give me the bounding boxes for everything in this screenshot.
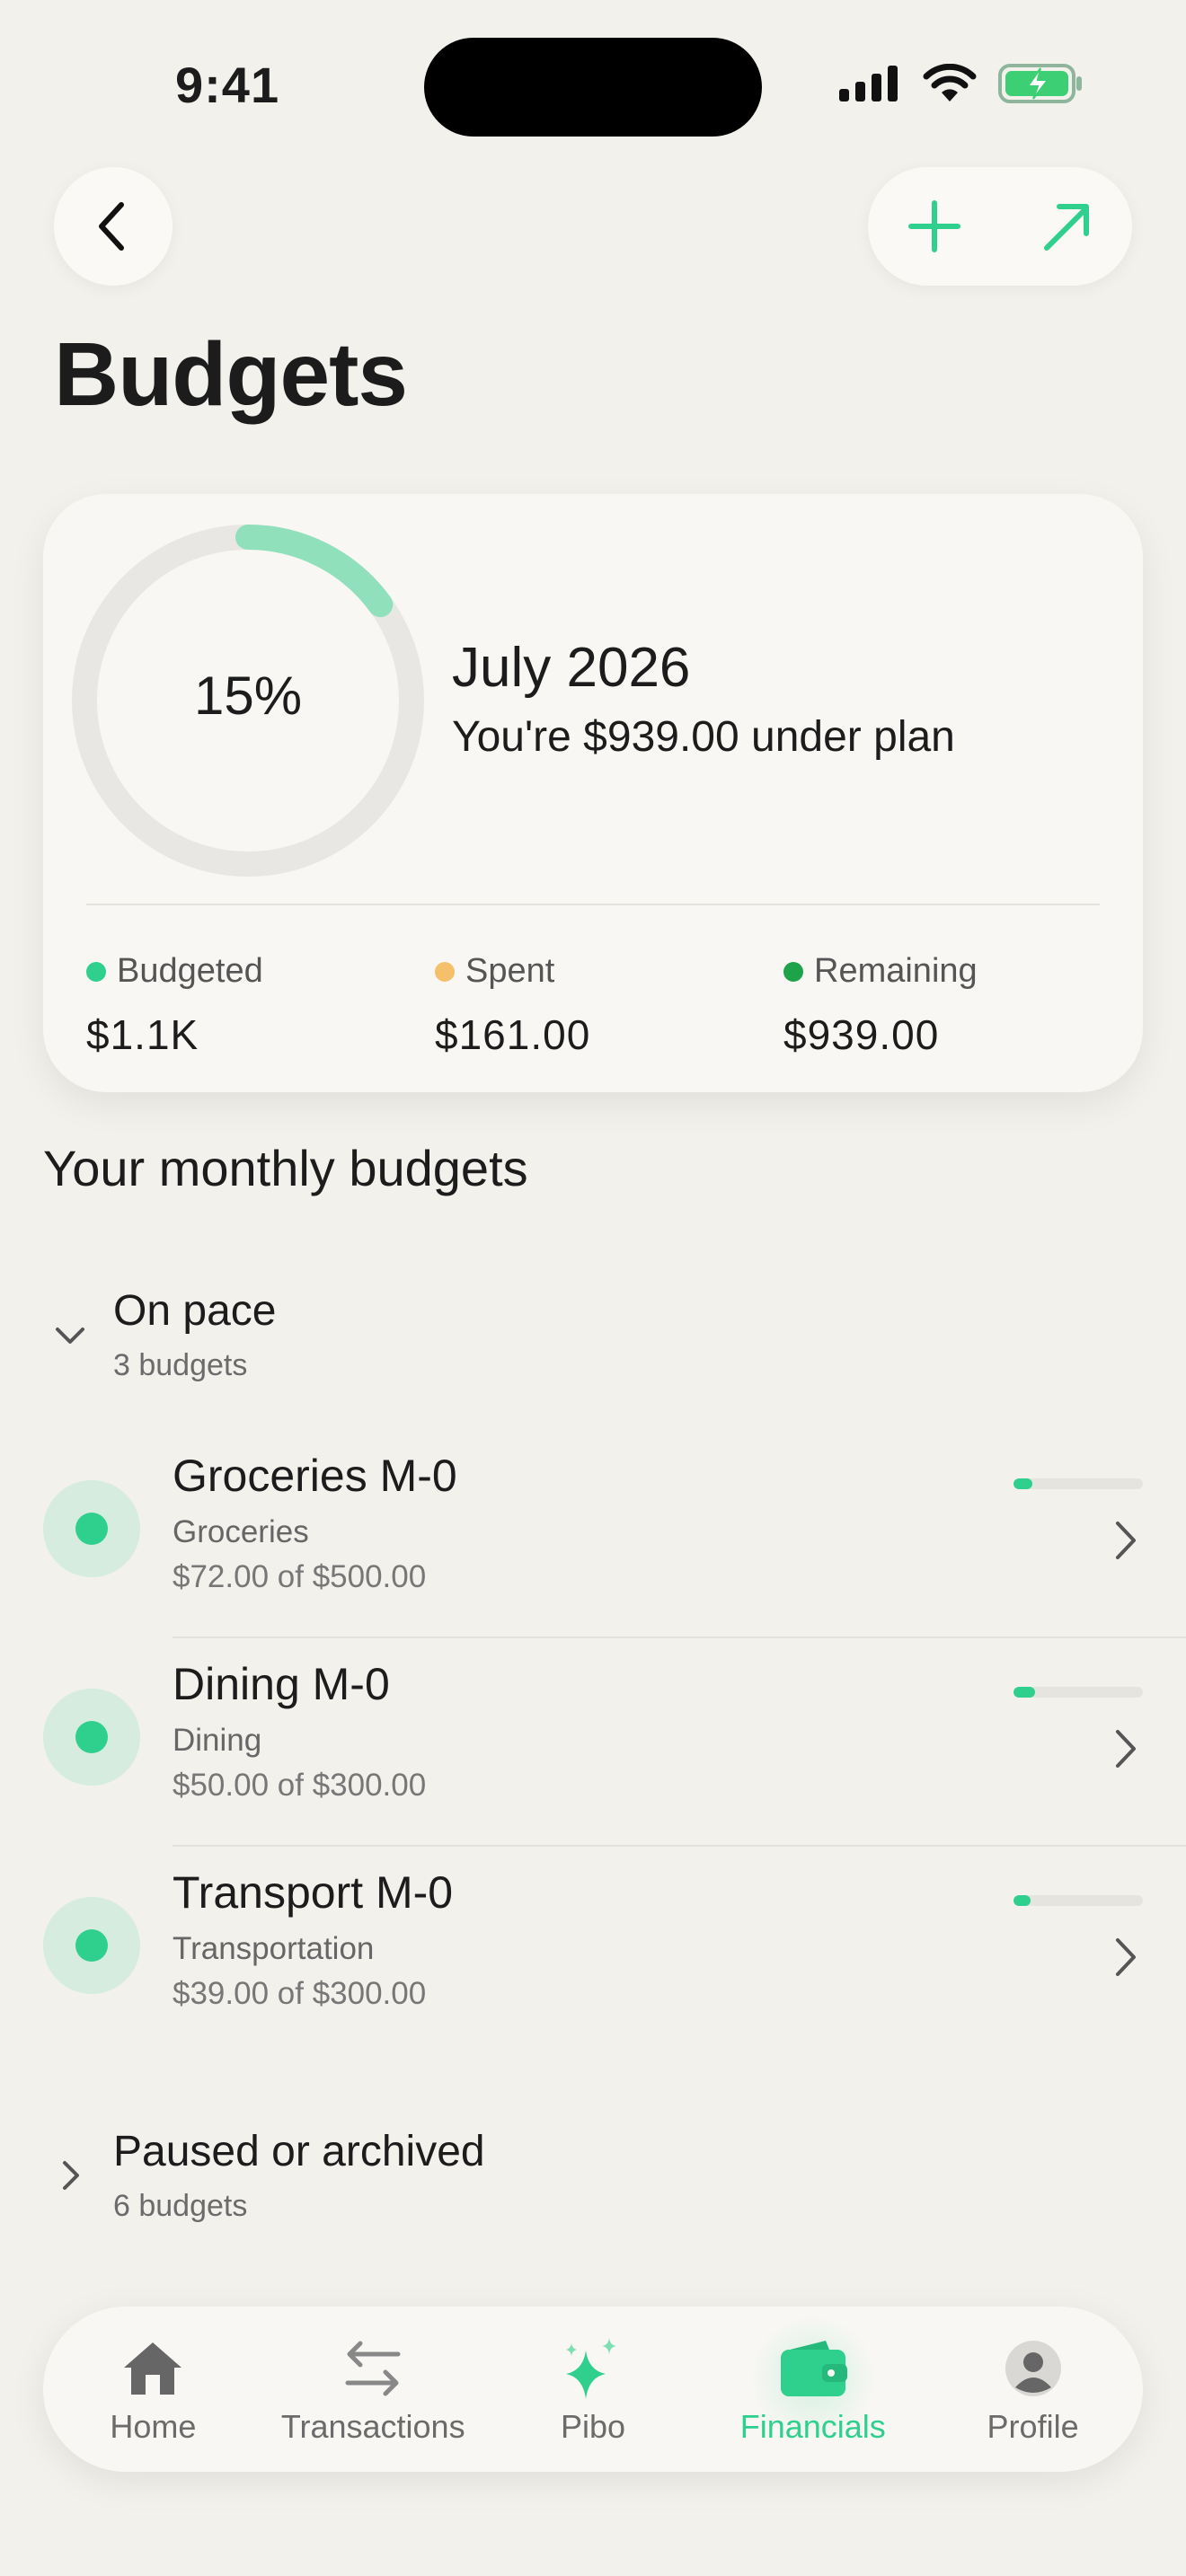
profile-icon — [997, 2333, 1069, 2404]
stat-remaining: Remaining $939.00 — [783, 952, 978, 1059]
tab-profile[interactable]: Profile — [934, 2307, 1132, 2472]
divider — [86, 904, 1100, 905]
home-icon — [117, 2333, 189, 2404]
budget-row[interactable]: Transport M-0 Transportation $39.00 of $… — [43, 1848, 1186, 2055]
section-title: Your monthly budgets — [43, 1140, 528, 1196]
back-button[interactable] — [54, 167, 173, 286]
open-external-button[interactable] — [1017, 177, 1116, 276]
budget-status-icon — [43, 1897, 140, 1994]
tab-transactions[interactable]: Transactions — [274, 2307, 472, 2472]
tab-home[interactable]: Home — [54, 2307, 252, 2472]
budget-amount: $39.00 of $300.00 — [173, 1976, 427, 2011]
budget-amount: $50.00 of $300.00 — [173, 1768, 427, 1803]
chevron-right-icon — [43, 2148, 97, 2202]
budget-status-icon — [43, 1480, 140, 1577]
status-time: 9:41 — [175, 57, 280, 113]
budget-category: Transportation — [173, 1931, 375, 1966]
summary-month: July 2026 — [452, 637, 691, 699]
tab-pibo[interactable]: Pibo — [494, 2307, 692, 2472]
budget-name: Dining M-0 — [173, 1659, 390, 1709]
budget-row[interactable]: Groceries M-0 Groceries $72.00 of $500.0… — [43, 1432, 1186, 1638]
stat-budgeted: Budgeted $1.1K — [86, 952, 263, 1059]
chevron-right-icon — [1103, 1726, 1148, 1771]
stat-value: $939.00 — [783, 1011, 940, 1058]
group-title: Paused or archived — [113, 2128, 485, 2175]
budget-status-icon — [43, 1689, 140, 1786]
summary-plan-text: You're $939.00 under plan — [452, 713, 955, 761]
stat-label: Budgeted — [117, 952, 263, 990]
tab-label: Financials — [739, 2408, 886, 2445]
stat-value: $1.1K — [86, 1011, 199, 1058]
stat-spent: Spent $161.00 — [435, 952, 590, 1059]
cellular-signal-icon — [839, 66, 898, 101]
divider — [173, 1636, 1186, 1638]
group-paused-header[interactable]: Paused or archived 6 budgets — [43, 2127, 485, 2224]
wallet-icon — [777, 2333, 849, 2404]
budget-name: Groceries M-0 — [173, 1451, 457, 1501]
chevron-left-icon — [99, 202, 124, 251]
sparkle-icon — [557, 2333, 629, 2404]
page-title: Budgets — [54, 324, 408, 425]
top-actions — [868, 167, 1132, 286]
status-dot — [783, 961, 803, 982]
group-title: On pace — [113, 1287, 277, 1335]
tab-bar: Home Transactions Pibo Financials Profil… — [43, 2307, 1143, 2472]
chevron-down-icon — [43, 1308, 97, 1362]
arrow-up-right-icon — [1043, 204, 1089, 251]
budget-progress-bar — [1013, 1895, 1143, 1906]
stat-label: Spent — [465, 952, 555, 990]
group-count: 6 budgets — [113, 2189, 248, 2223]
transfer-arrows-icon — [337, 2333, 409, 2404]
status-dot — [86, 961, 106, 982]
stat-value: $161.00 — [435, 1011, 591, 1058]
budget-amount: $72.00 of $500.00 — [173, 1559, 427, 1594]
group-on-pace-header[interactable]: On pace 3 budgets — [43, 1286, 276, 1383]
status-icons — [837, 63, 1084, 104]
chevron-right-icon — [1103, 1935, 1148, 1980]
budget-progress-bar — [1013, 1687, 1143, 1698]
tab-financials[interactable]: Financials — [714, 2307, 912, 2472]
dynamic-island — [424, 38, 762, 137]
progress-percent: 15% — [193, 666, 303, 726]
group-count: 3 budgets — [113, 1348, 248, 1382]
divider — [173, 1845, 1186, 1847]
budget-name: Transport M-0 — [173, 1867, 454, 1918]
plus-icon — [907, 200, 960, 252]
chevron-right-icon — [1103, 1518, 1148, 1563]
add-budget-button[interactable] — [885, 177, 984, 276]
battery-charging-icon — [998, 64, 1082, 103]
status-dot — [435, 961, 455, 982]
budget-progress-bar — [1013, 1478, 1143, 1489]
tab-label: Transactions — [280, 2408, 465, 2445]
budget-category: Dining — [173, 1723, 262, 1758]
tab-label: Home — [110, 2408, 197, 2445]
tab-label: Pibo — [560, 2408, 626, 2445]
budget-category: Groceries — [173, 1514, 309, 1549]
wifi-icon — [923, 64, 977, 101]
budget-row[interactable]: Dining M-0 Dining $50.00 of $300.00 — [43, 1640, 1186, 1847]
stat-label: Remaining — [814, 952, 978, 990]
tab-label: Profile — [987, 2408, 1079, 2445]
